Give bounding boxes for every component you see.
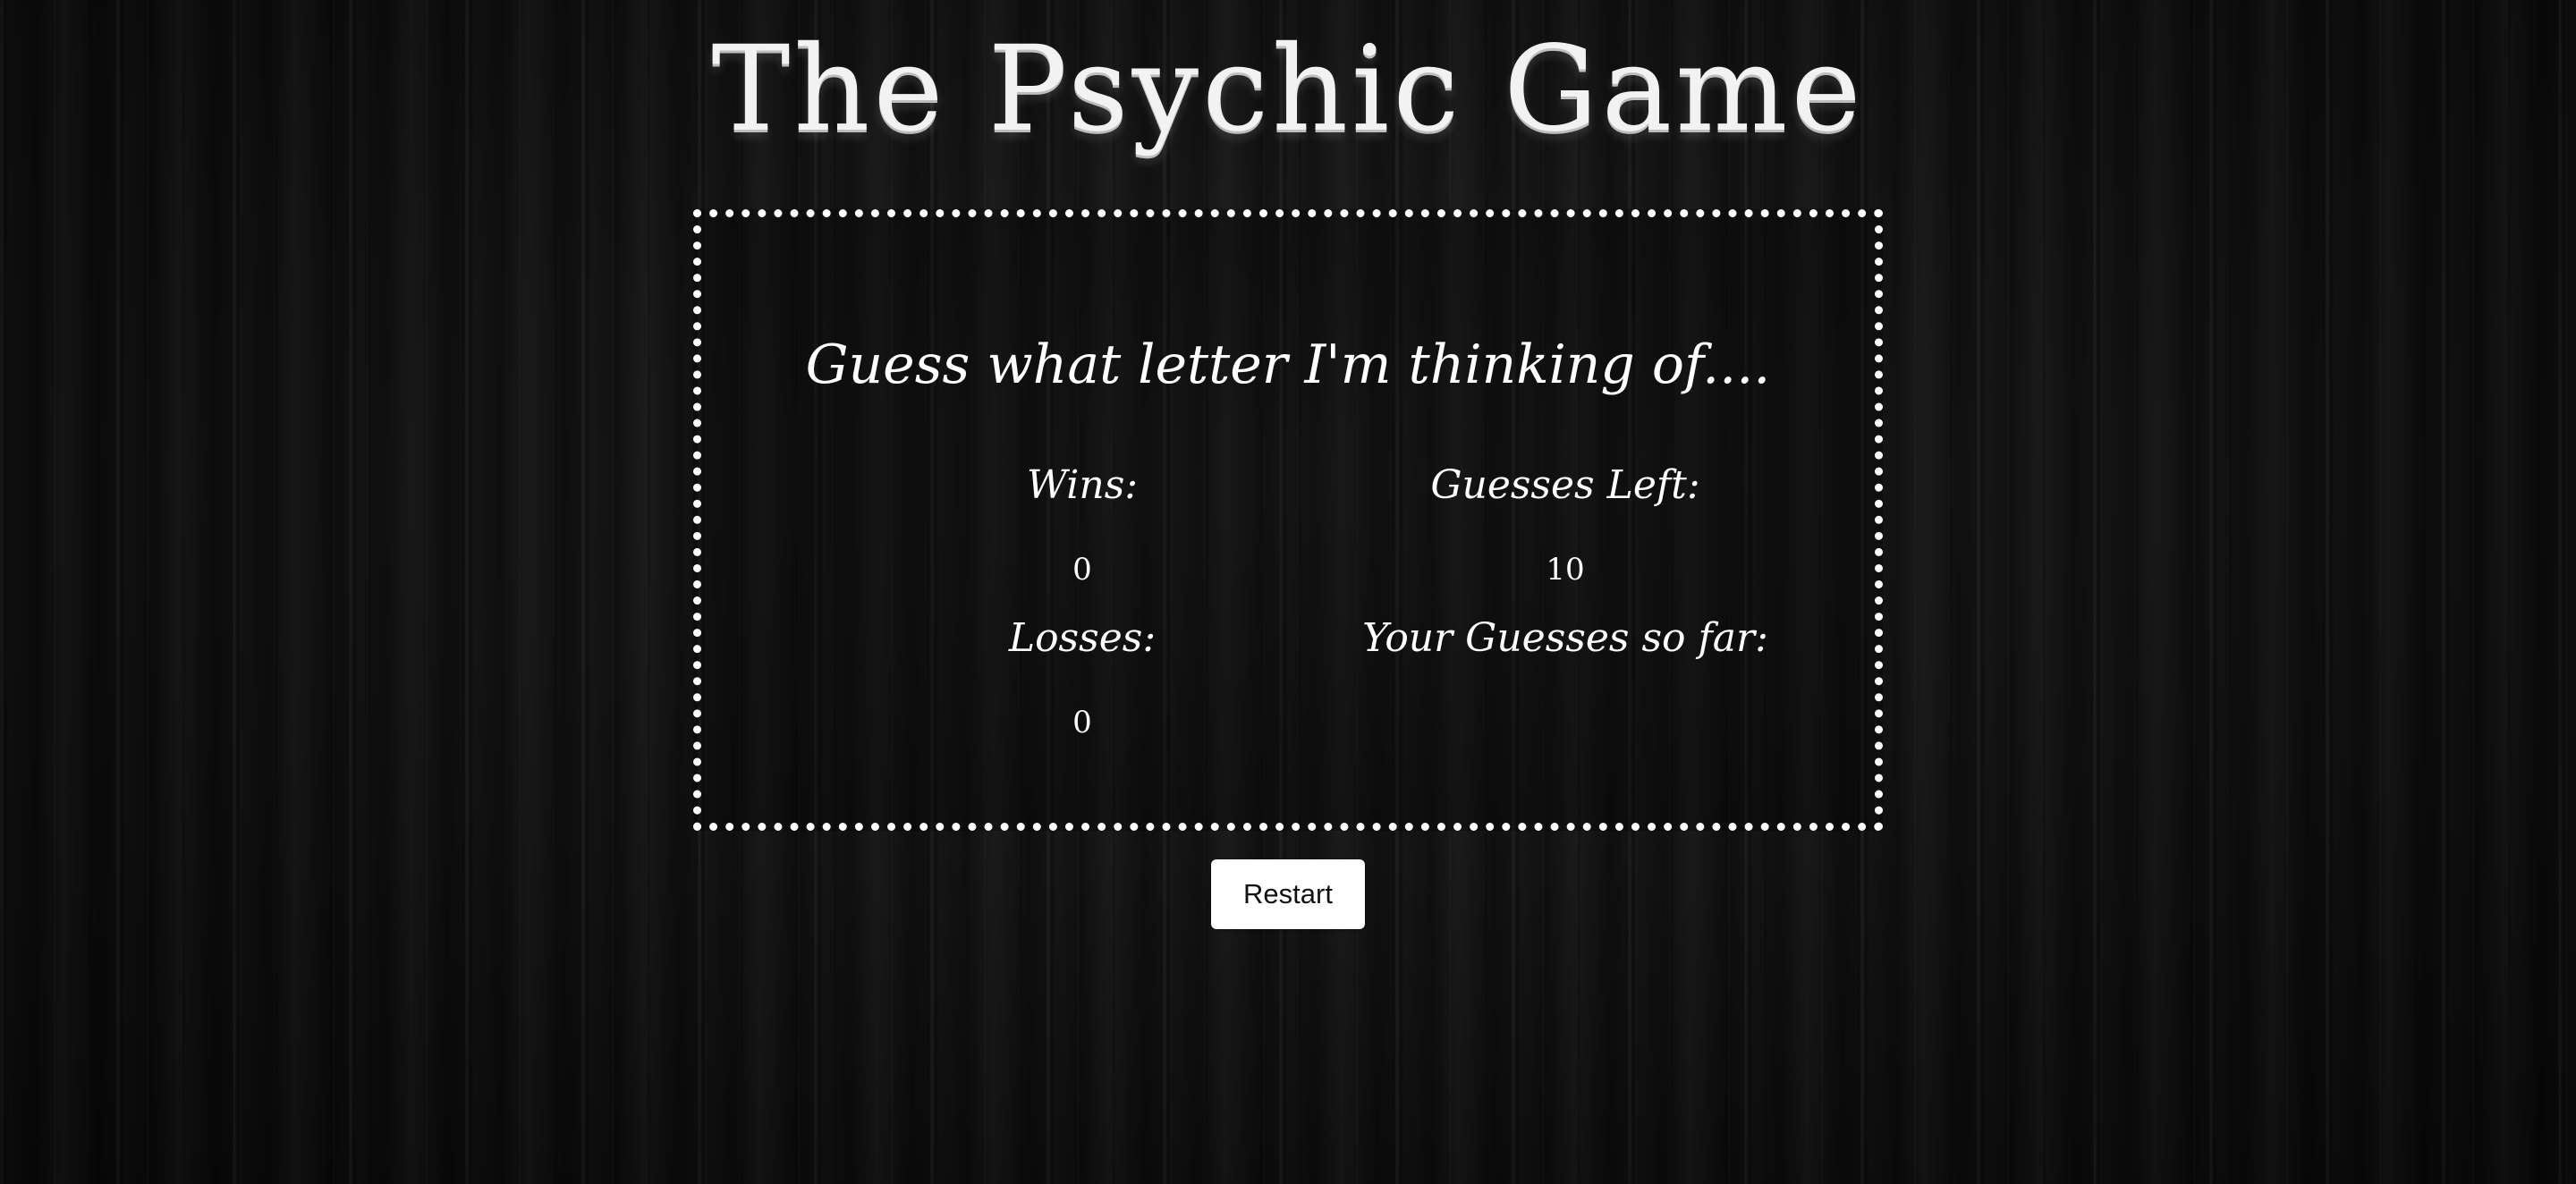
losses-label: Losses: [1008,615,1157,661]
guesses-left-label: Guesses Left: [1430,462,1700,508]
game-prompt: Guess what letter I'm thinking of.... [805,334,1771,396]
wins-value: 0 [1072,552,1092,588]
wins-label: Wins: [1026,462,1139,508]
guesses-so-far-label: Your Guesses so far: [1362,615,1768,661]
guesses-left-value: 10 [1546,552,1585,588]
game-panel: Guess what letter I'm thinking of.... Wi… [693,209,1883,831]
restart-button[interactable]: Restart [1211,859,1365,929]
page-title: The Psychic Game [711,21,1865,158]
losses-value: 0 [1072,705,1092,740]
